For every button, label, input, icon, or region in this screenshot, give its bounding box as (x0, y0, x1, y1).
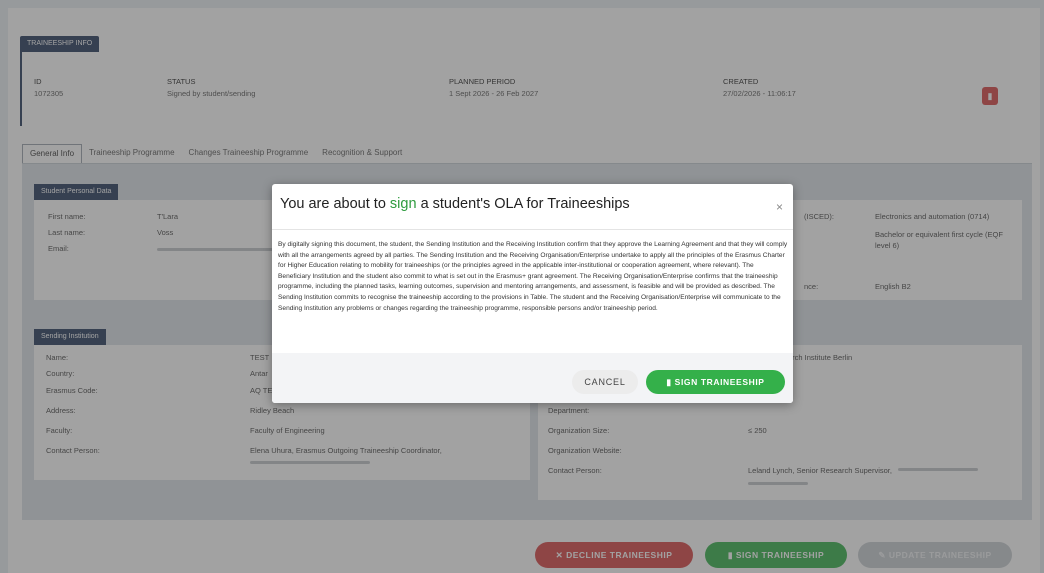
sign-traineeship-button[interactable]: ▮ SIGN TRAINEESHIP (646, 370, 785, 394)
sign-traineeship-label: SIGN TRAINEESHIP (674, 377, 765, 387)
modal-title-highlight: sign (389, 196, 417, 212)
document-icon: ▮ (666, 377, 675, 387)
close-icon[interactable]: × (776, 200, 783, 214)
modal-body-text: By digitally signing this document, the … (278, 241, 788, 312)
modal-title-suffix: a student's OLA for Traineeships (420, 196, 630, 212)
modal-title-prefix: You are about to (280, 196, 386, 212)
modal-divider (272, 229, 793, 230)
cancel-button[interactable]: CANCEL (572, 370, 638, 394)
sign-confirmation-modal: You are about to sign a student's OLA fo… (272, 184, 793, 403)
modal-title: You are about to sign a student's OLA fo… (280, 196, 630, 212)
page: TRAINEESHIP INFO ID 1072305 STATUS Signe… (0, 0, 1044, 573)
